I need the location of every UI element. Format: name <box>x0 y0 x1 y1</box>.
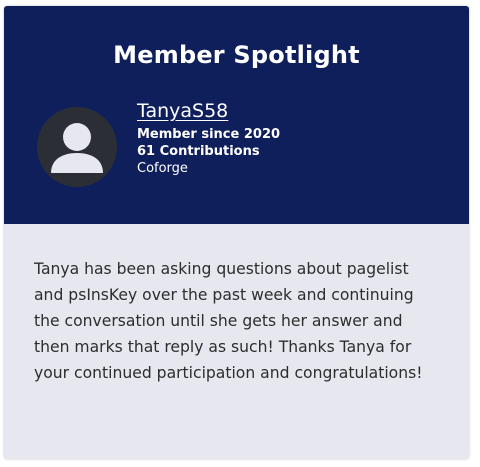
member-info: TanyaS58 Member since 2020 61 Contributi… <box>137 99 280 177</box>
member-spotlight-card: Member Spotlight TanyaS58 Member since 2… <box>4 6 469 459</box>
member-contributions: 61 Contributions <box>137 144 260 159</box>
user-avatar-icon[interactable] <box>37 107 117 187</box>
member-company: Coforge <box>137 161 188 176</box>
member-username-link[interactable]: TanyaS58 <box>137 99 228 123</box>
spotlight-title: Member Spotlight <box>113 41 360 69</box>
spotlight-header: Member Spotlight TanyaS58 Member since 2… <box>4 6 469 224</box>
spotlight-description-panel: Tanya has been asking questions about pa… <box>4 224 469 459</box>
member-since: Member since 2020 <box>137 127 281 142</box>
spotlight-description: Tanya has been asking questions about pa… <box>34 260 423 382</box>
avatar-figure <box>51 123 103 173</box>
